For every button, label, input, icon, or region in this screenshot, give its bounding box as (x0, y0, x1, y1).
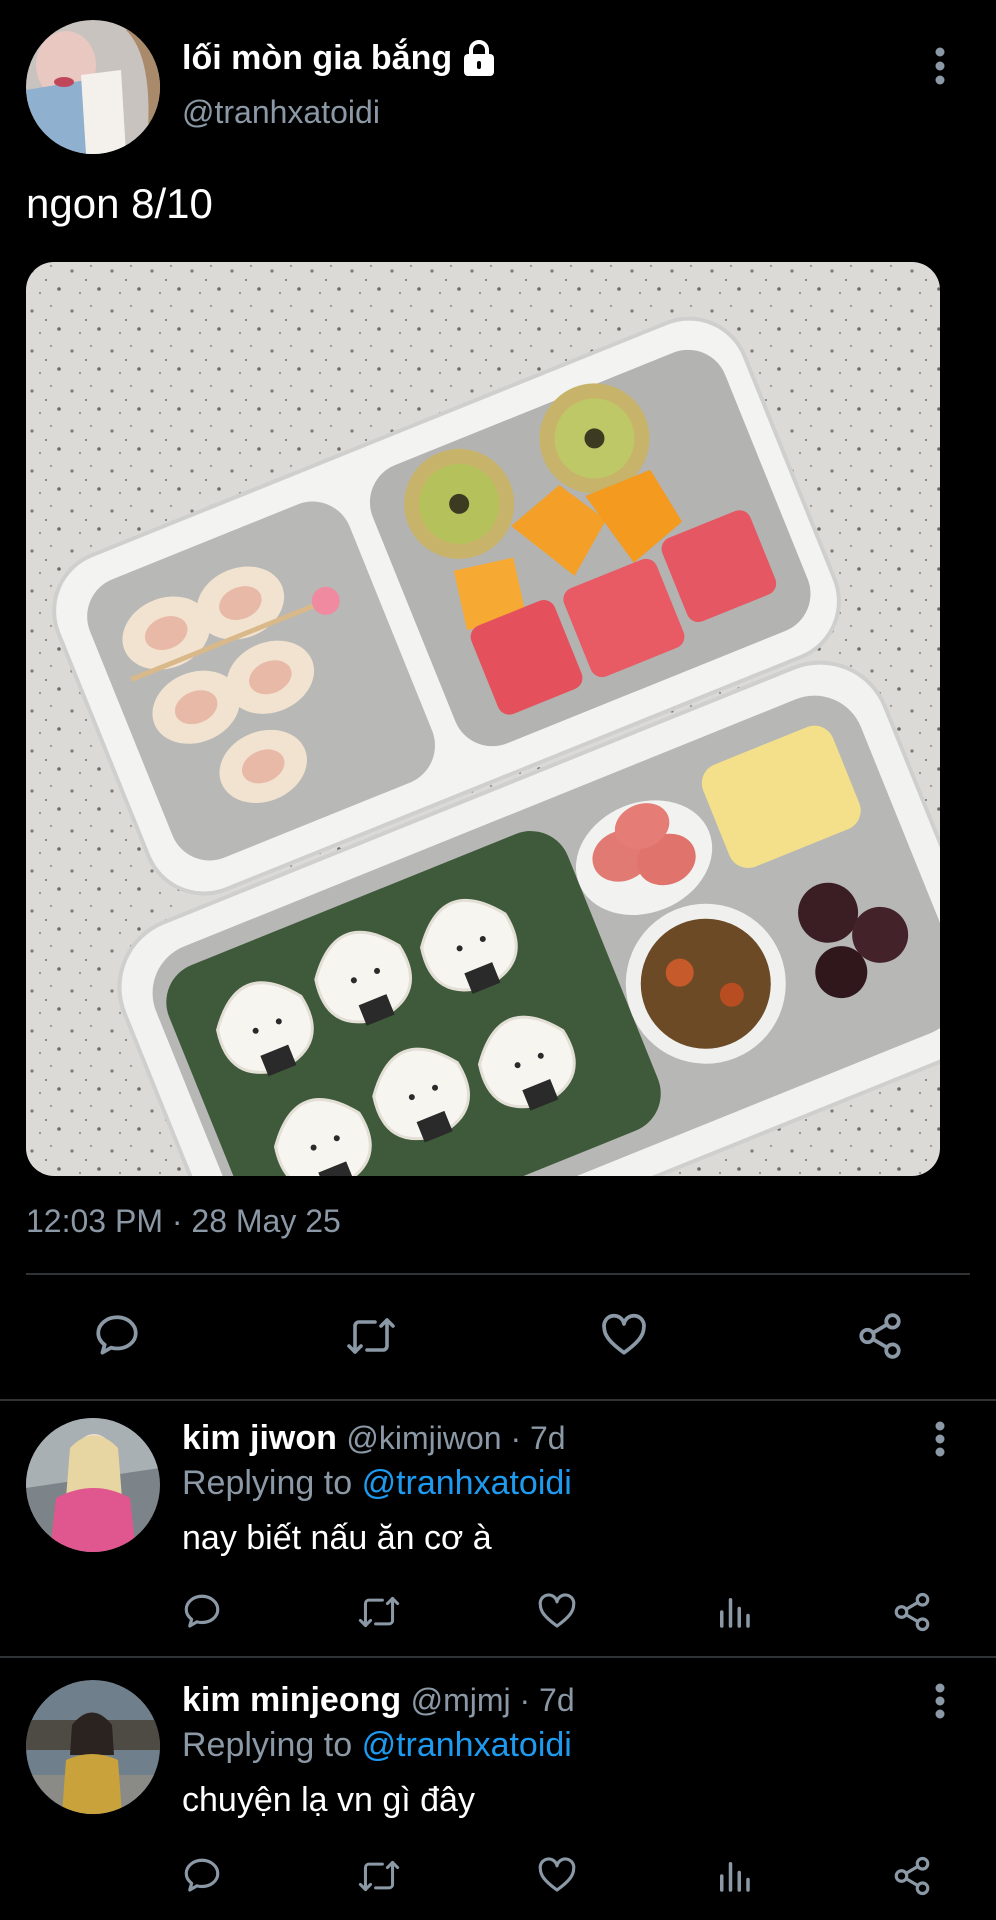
more-options-icon[interactable] (930, 1683, 950, 1719)
reply-meta: @mjmj · 7d (410, 1682, 575, 1718)
share-icon[interactable] (855, 1311, 905, 1361)
reply-text: nay biết nấu ăn cơ à (182, 1519, 492, 1557)
replying-to: Replying to @tranhxatoidi (182, 1464, 572, 1503)
divider (0, 1656, 996, 1658)
tweet-timestamp[interactable]: 12:03 PM · 28 May 25 (26, 1203, 341, 1240)
reply-icon[interactable] (181, 1591, 223, 1633)
retweet-icon[interactable] (357, 1591, 401, 1633)
lock-icon (462, 39, 496, 77)
heart-icon[interactable] (535, 1591, 579, 1633)
reply-icon[interactable] (92, 1311, 142, 1361)
share-icon[interactable] (891, 1591, 933, 1633)
stats-icon[interactable] (713, 1855, 755, 1897)
replying-to-handle[interactable]: @tranhxatoidi (362, 1726, 572, 1764)
share-icon[interactable] (891, 1855, 933, 1897)
replying-to: Replying to @tranhxatoidi (182, 1726, 572, 1765)
author-avatar[interactable] (26, 20, 160, 154)
author-name[interactable]: lối mòn gia bắng (182, 39, 452, 78)
author-handle[interactable]: @tranhxatoidi (182, 94, 380, 131)
reply-header: kim minjeong @mjmj · 7d (182, 1681, 575, 1720)
more-options-icon[interactable] (930, 1421, 950, 1457)
stats-icon[interactable] (713, 1591, 755, 1633)
reply-avatar[interactable] (26, 1418, 160, 1552)
reply-icon[interactable] (181, 1855, 223, 1897)
reply-author-name[interactable]: kim jiwon (182, 1419, 337, 1457)
reply-avatar[interactable] (26, 1680, 160, 1814)
replying-to-label: Replying to (182, 1464, 353, 1502)
reply-header: kim jiwon @kimjiwon · 7d (182, 1419, 566, 1458)
tweet-image[interactable] (26, 262, 940, 1176)
replying-to-handle[interactable]: @tranhxatoidi (362, 1464, 572, 1502)
heart-icon[interactable] (535, 1855, 579, 1897)
reply-author-name[interactable]: kim minjeong (182, 1681, 401, 1719)
divider (0, 1399, 996, 1401)
divider (26, 1273, 970, 1275)
tweet-text: ngon 8/10 (26, 180, 213, 227)
reply-text: chuyện lạ vn gì đây (182, 1781, 475, 1819)
reply-meta: @kimjiwon · 7d (346, 1420, 566, 1456)
more-options-icon[interactable] (930, 46, 950, 86)
heart-icon[interactable] (598, 1311, 650, 1361)
retweet-icon[interactable] (357, 1855, 401, 1897)
retweet-icon[interactable] (345, 1311, 397, 1361)
replying-to-label: Replying to (182, 1726, 353, 1764)
author-name-row: lối mòn gia bắng (182, 36, 496, 80)
